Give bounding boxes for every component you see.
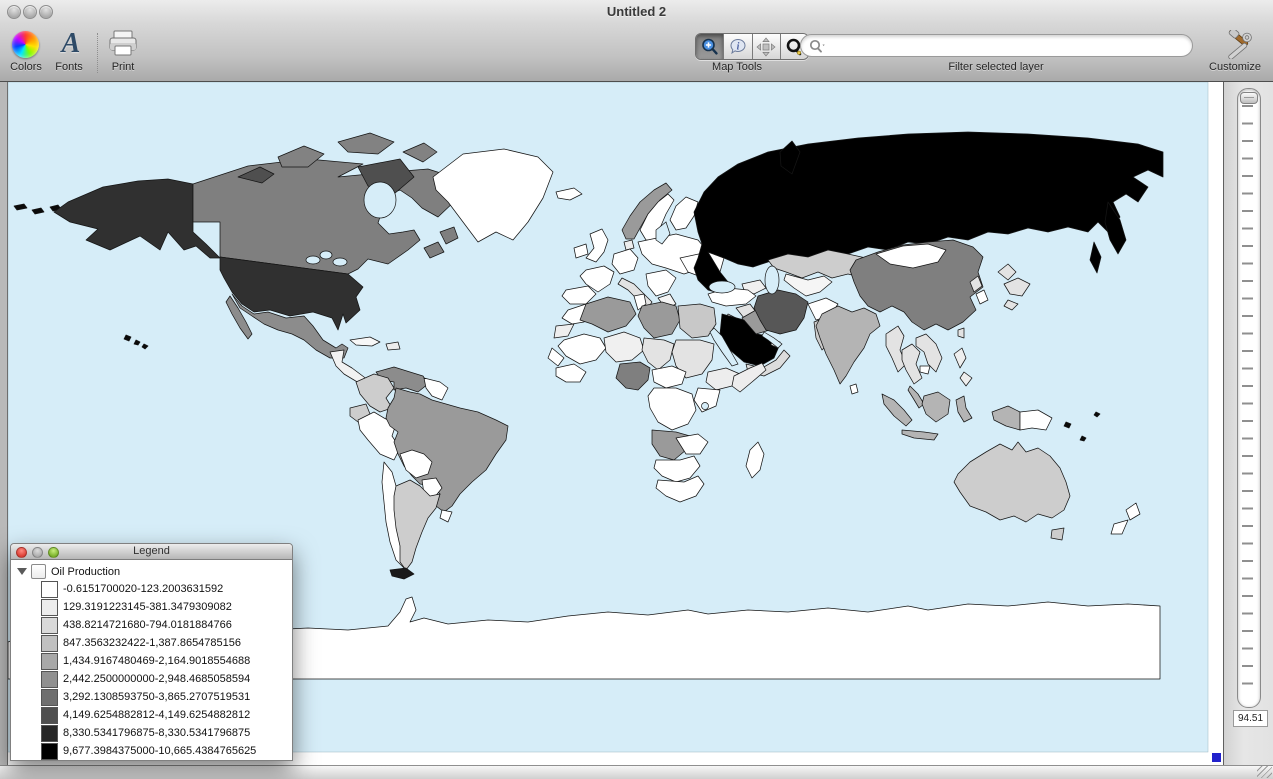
resize-grip[interactable]	[1257, 766, 1272, 778]
svg-text:i: i	[736, 41, 739, 52]
great-lake-1	[305, 255, 321, 265]
search-icon	[809, 39, 825, 53]
legend-row[interactable]: -0.6151700020-123.2003631592	[11, 580, 292, 598]
legend-swatch	[41, 652, 58, 670]
legend-swatch	[41, 634, 58, 652]
legend-range-label: 4,149.6254882812-4,149.6254882812	[63, 709, 251, 721]
title-and-toolbar: Untitled 2 Colors A Fonts Print i Map To…	[0, 0, 1273, 82]
legend-swatch	[41, 688, 58, 706]
caspian-sea	[764, 265, 780, 295]
print-icon	[109, 30, 137, 56]
window-title: Untitled 2	[606, 4, 667, 19]
legend-swatch	[41, 580, 58, 598]
info-icon: i	[730, 38, 746, 54]
info-tool-button[interactable]: i	[724, 34, 753, 59]
legend-row[interactable]: 4,149.6254882812-4,149.6254882812	[11, 706, 292, 724]
scale-panel: 94.51	[1223, 82, 1273, 765]
country-tasmania[interactable]	[1050, 527, 1065, 541]
legend-range-label: 3,292.1308593750-3,865.2707519531	[63, 691, 251, 703]
map-selection-handle[interactable]	[1212, 753, 1221, 762]
fonts-icon: A	[61, 28, 81, 59]
color-wheel-icon	[12, 31, 39, 58]
country-taiwan[interactable]	[957, 327, 965, 339]
legend-row[interactable]: 3,292.1308593750-3,865.2707519531	[11, 688, 292, 706]
app-window: Untitled 2 Colors A Fonts Print i Map To…	[0, 0, 1273, 779]
move-arrows-icon	[756, 36, 776, 57]
legend-row[interactable]: 1,434.9167480469-2,164.9018554688	[11, 652, 292, 670]
legend-row[interactable]: 438.8214721680-794.0181884766	[11, 616, 292, 634]
legend-body: Oil Production -0.6151700020-123.2003631…	[11, 560, 292, 760]
legend-row[interactable]: 9,677.3984375000-10,665.4384765625	[11, 742, 292, 760]
legend-titlebar[interactable]: Legend	[11, 544, 292, 560]
great-lake-3	[332, 257, 348, 267]
customize-tools-icon	[1228, 30, 1252, 59]
legend-swatch	[41, 616, 58, 634]
map-tools-segmented-control: i	[695, 33, 809, 60]
zoom-percent-field[interactable]: 94.51	[1233, 710, 1268, 727]
zoom-tool-button[interactable]	[696, 34, 725, 59]
slider-ticks	[1242, 105, 1253, 695]
legend-range-label: 847.3563232422-1,387.8654785156	[63, 637, 242, 649]
legend-range-label: 9,677.3984375000-10,665.4384765625	[63, 745, 257, 757]
legend-layer-row: Oil Production	[11, 563, 292, 580]
pan-tool-button[interactable]	[752, 34, 781, 59]
lake-victoria	[701, 402, 709, 410]
legend-swatch	[41, 742, 58, 760]
zoom-scale-slider[interactable]	[1237, 88, 1261, 708]
legend-window[interactable]: Legend Oil Production -0.6151700020-123.…	[10, 543, 293, 761]
legend-row[interactable]: 847.3563232422-1,387.8654785156	[11, 634, 292, 652]
legend-range-label: 1,434.9167480469-2,164.9018554688	[63, 655, 251, 667]
legend-row[interactable]: 129.3191223145-381.3479309082	[11, 598, 292, 616]
great-lake-2	[319, 250, 333, 260]
legend-swatch	[41, 670, 58, 688]
legend-row[interactable]: 2,442.2500000000-2,948.4685058594	[11, 670, 292, 688]
legend-row[interactable]: 8,330.5341796875-8,330.5341796875	[11, 724, 292, 742]
legend-title: Legend	[133, 545, 170, 557]
legend-swatch	[41, 724, 58, 742]
layer-visibility-checkbox[interactable]	[31, 564, 46, 579]
legend-swatch	[41, 598, 58, 616]
legend-range-label: 438.8214721680-794.0181884766	[63, 619, 232, 631]
search-input[interactable]	[831, 37, 1184, 54]
legend-class-list: -0.6151700020-123.2003631592 129.31912231…	[11, 580, 292, 760]
legend-range-label: 8,330.5341796875-8,330.5341796875	[63, 727, 251, 739]
legend-range-label: -0.6151700020-123.2003631592	[63, 583, 224, 595]
filter-search-field[interactable]	[800, 34, 1193, 57]
black-sea	[708, 280, 736, 294]
legend-range-label: 2,442.2500000000-2,948.4685058594	[63, 673, 251, 685]
layer-name: Oil Production	[51, 565, 121, 578]
disclosure-triangle-icon[interactable]	[17, 568, 27, 575]
bottom-window-bar	[0, 765, 1273, 779]
slider-thumb[interactable]	[1240, 92, 1258, 104]
legend-range-label: 129.3191223145-381.3479309082	[63, 601, 232, 613]
legend-swatch	[41, 706, 58, 724]
hudson-bay	[363, 181, 397, 219]
country-denmark[interactable]	[623, 239, 635, 251]
magnifier-plus-icon	[701, 38, 718, 55]
